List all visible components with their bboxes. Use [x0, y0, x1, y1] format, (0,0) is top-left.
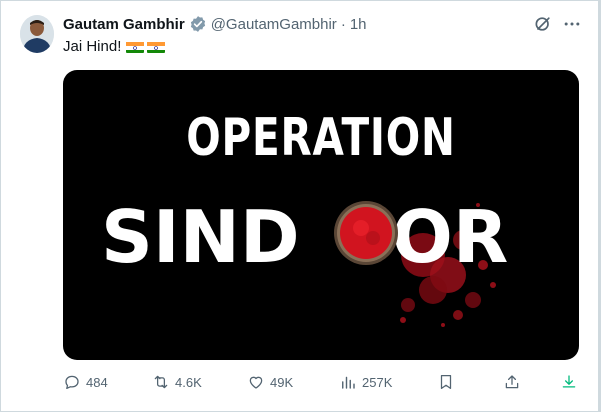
post-time[interactable]: 1h: [350, 16, 367, 33]
views-icon: [342, 376, 355, 389]
views-count: 257K: [362, 374, 393, 390]
media-title-sindoor-prefix: SIND: [101, 195, 300, 279]
post-text-content: Jai Hind!: [63, 38, 122, 55]
download-button[interactable]: [560, 373, 578, 391]
separator-dot: ·: [340, 15, 346, 33]
author-name[interactable]: Gautam Gambhir: [63, 16, 185, 33]
bookmark-icon: [440, 374, 452, 390]
author-handle[interactable]: @GautamGambhir: [211, 16, 337, 33]
media-title-operation: OPERATION: [186, 108, 456, 168]
media-title-sindoor: SIND OR: [101, 195, 508, 279]
avatar[interactable]: [20, 15, 54, 53]
verified-badge-icon[interactable]: [189, 15, 207, 33]
post-card[interactable]: Gautam Gambhir @GautamGambhir · 1h Jai H…: [0, 0, 601, 412]
repost-count: 4.6K: [175, 374, 202, 390]
share-icon: [505, 375, 519, 389]
bookmark-button[interactable]: [437, 373, 455, 391]
repost-button[interactable]: 4.6K: [152, 373, 202, 391]
share-button[interactable]: [503, 373, 521, 391]
like-button[interactable]: 49K: [247, 373, 293, 391]
india-flag-icon: [147, 41, 166, 53]
more-icon[interactable]: [561, 14, 583, 34]
post-media-image[interactable]: OPERATION SIND OR: [63, 70, 579, 360]
views-button[interactable]: 257K: [339, 373, 392, 391]
reply-icon: [65, 375, 79, 390]
media-title-sindoor-suffix: OR: [391, 195, 509, 279]
post-actions: 484 4.6K 49K 257K: [63, 373, 581, 395]
flag-emojis: [126, 41, 166, 53]
like-icon: [249, 376, 263, 389]
reply-button[interactable]: 484: [63, 373, 108, 391]
grok-icon[interactable]: [533, 14, 553, 34]
india-flag-icon: [126, 41, 145, 53]
reply-count: 484: [86, 374, 108, 390]
sindoor-bowl: [334, 201, 398, 265]
post-text: Jai Hind!: [63, 38, 166, 55]
post-header: Gautam Gambhir @GautamGambhir · 1h: [63, 13, 367, 35]
repost-icon: [154, 375, 168, 389]
download-icon: [562, 375, 576, 388]
like-count: 49K: [270, 374, 294, 390]
